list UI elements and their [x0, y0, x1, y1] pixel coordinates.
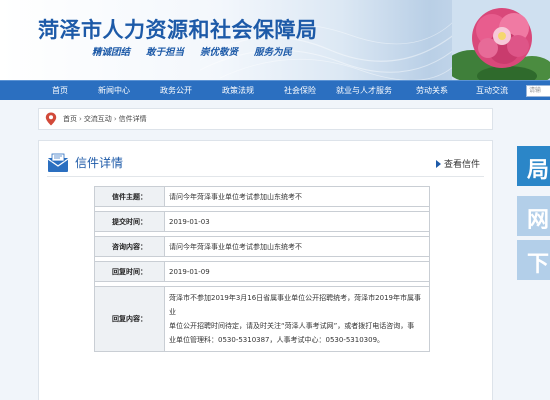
site-header: 菏泽市人力资源和社会保障局 精诚团结 敢于担当 崇优敬贤 服务为民 [0, 0, 550, 80]
nav-item-news[interactable]: 新闻中心 [98, 81, 130, 101]
panel-header: 信件详情 查看信件 [47, 149, 484, 177]
table-row: 咨询内容： 请问今年菏泽事业单位考试参加山东统考不 [94, 236, 430, 257]
table-row: 回复时间： 2019-01-09 [94, 261, 430, 282]
table-row: 回复内容： 菏泽市不参加2019年3月16日省属事业单位公开招聘统考，菏泽市20… [94, 286, 430, 352]
submit-time-value: 2019-01-03 [164, 211, 430, 232]
nav-item-interaction[interactable]: 互动交流 [476, 81, 508, 101]
submit-time-label: 提交时间： [94, 211, 165, 232]
slogan: 崇优敬贤 [200, 47, 239, 58]
view-letters-link[interactable]: 查看信件 [435, 157, 480, 170]
sidebar-card-download[interactable]: 下 [517, 240, 550, 280]
reply-content: 菏泽市不参加2019年3月16日省属事业单位公开招聘统考，菏泽市2019年市属事… [164, 286, 430, 352]
slogans: 精诚团结 敢于担当 崇优敬贤 服务为民 [92, 44, 292, 58]
search-input[interactable]: 请输 [526, 85, 550, 97]
reply-time-value: 2019-01-09 [164, 261, 430, 282]
letter-detail-panel: 信件详情 查看信件 信件主题： 请问今年菏泽事业单位考试参加山东统考不 提交时间… [38, 140, 493, 400]
subject-value: 请问今年菏泽事业单位考试参加山东统考不 [164, 186, 430, 207]
nav-item-home[interactable]: 首页 [52, 81, 68, 101]
sidebar-card-glyph: 网 [527, 208, 550, 233]
subject-label: 信件主题： [94, 186, 165, 207]
slogan: 精诚团结 [92, 47, 131, 58]
reply-line: 单位公开招聘时间待定，请及时关注“菏泽人事考试网”，或者拨打电话咨询，事 [169, 322, 415, 330]
site-title[interactable]: 菏泽市人力资源和社会保障局 [38, 14, 318, 44]
breadcrumb-interaction[interactable]: 交流互动 [84, 114, 112, 124]
envelope-icon [47, 153, 69, 172]
nav-item-social-insurance[interactable]: 社会保险 [284, 81, 316, 101]
sidebar-card-glyph: 下 [527, 252, 550, 277]
location-pin-icon [45, 112, 57, 126]
content-label: 咨询内容： [94, 236, 165, 257]
panel-title: 信件详情 [75, 156, 124, 170]
main-nav: 首页 新闻中心 政务公开 政策法规 社会保险 就业与人才服务 劳动关系 互动交流… [0, 80, 550, 100]
nav-item-labor-relations[interactable]: 劳动关系 [416, 81, 448, 101]
reply-label: 回复内容： [94, 286, 165, 352]
reply-time-label: 回复时间： [94, 261, 165, 282]
slogan: 敢于担当 [146, 47, 185, 58]
nav-item-gov-affairs[interactable]: 政务公开 [160, 81, 192, 101]
sidebar-card-web[interactable]: 网 [517, 196, 550, 236]
slogan: 服务为民 [254, 47, 293, 58]
sidebar-card-bureau[interactable]: 局 [517, 146, 550, 186]
triangle-right-icon [435, 159, 441, 168]
nav-item-employment[interactable]: 就业与人才服务 [336, 81, 392, 101]
breadcrumb-separator: › [79, 115, 82, 123]
peony-flower-image [452, 0, 550, 80]
breadcrumb-home[interactable]: 首页 [63, 114, 77, 124]
table-row: 提交时间： 2019-01-03 [94, 211, 430, 232]
breadcrumb-current: 信件详情 [118, 115, 147, 123]
content-value: 请问今年菏泽事业单位考试参加山东统考不 [164, 236, 430, 257]
reply-line: 菏泽市不参加2019年3月16日省属事业单位公开招聘统考，菏泽市2019年市属事… [169, 294, 421, 316]
sidebar-card-glyph: 局 [527, 158, 550, 183]
breadcrumb-separator: › [113, 115, 117, 123]
breadcrumb: 首页 › 交流互动 › 信件详情 [38, 108, 493, 130]
reply-line: 业单位管理科：0530-5310387，人事考试中心：0530-5310309。 [169, 336, 385, 344]
table-row: 信件主题： 请问今年菏泽事业单位考试参加山东统考不 [94, 186, 430, 207]
view-letters-label: 查看信件 [443, 160, 480, 170]
nav-item-policy[interactable]: 政策法规 [222, 81, 254, 101]
letter-detail-table: 信件主题： 请问今年菏泽事业单位考试参加山东统考不 提交时间： 2019-01-… [94, 186, 430, 352]
